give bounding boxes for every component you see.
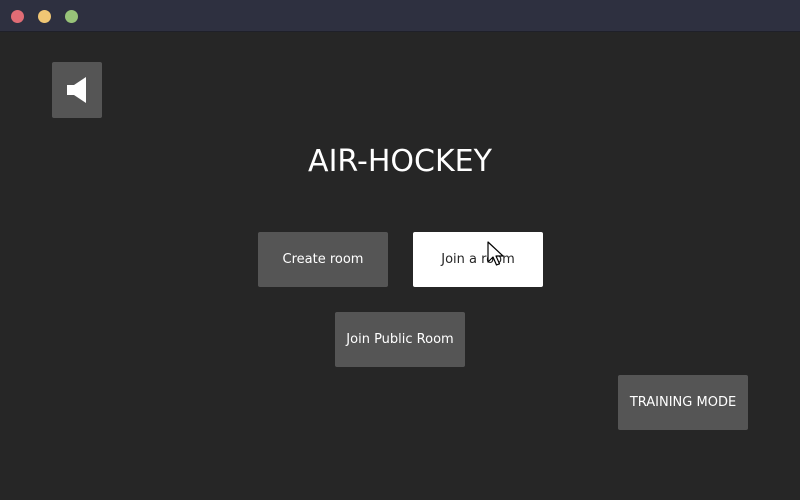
- speaker-icon: [67, 77, 86, 103]
- minimize-window-button[interactable]: [38, 10, 51, 23]
- join-room-button[interactable]: Join a room: [413, 232, 543, 287]
- mouse-cursor-icon: [487, 241, 504, 266]
- maximize-window-button[interactable]: [65, 10, 78, 23]
- game-title: AIR-HOCKEY: [308, 144, 492, 179]
- app-window: AIR-HOCKEY Create room Join a room Join …: [0, 0, 800, 500]
- join-public-room-button[interactable]: Join Public Room: [335, 312, 465, 367]
- main-menu: AIR-HOCKEY Create room Join a room Join …: [0, 32, 800, 500]
- title-bar: [0, 0, 800, 32]
- create-room-button[interactable]: Create room: [258, 232, 388, 287]
- training-mode-button[interactable]: TRAINING MODE: [618, 375, 748, 430]
- close-window-button[interactable]: [11, 10, 24, 23]
- sound-toggle-button[interactable]: [52, 62, 102, 118]
